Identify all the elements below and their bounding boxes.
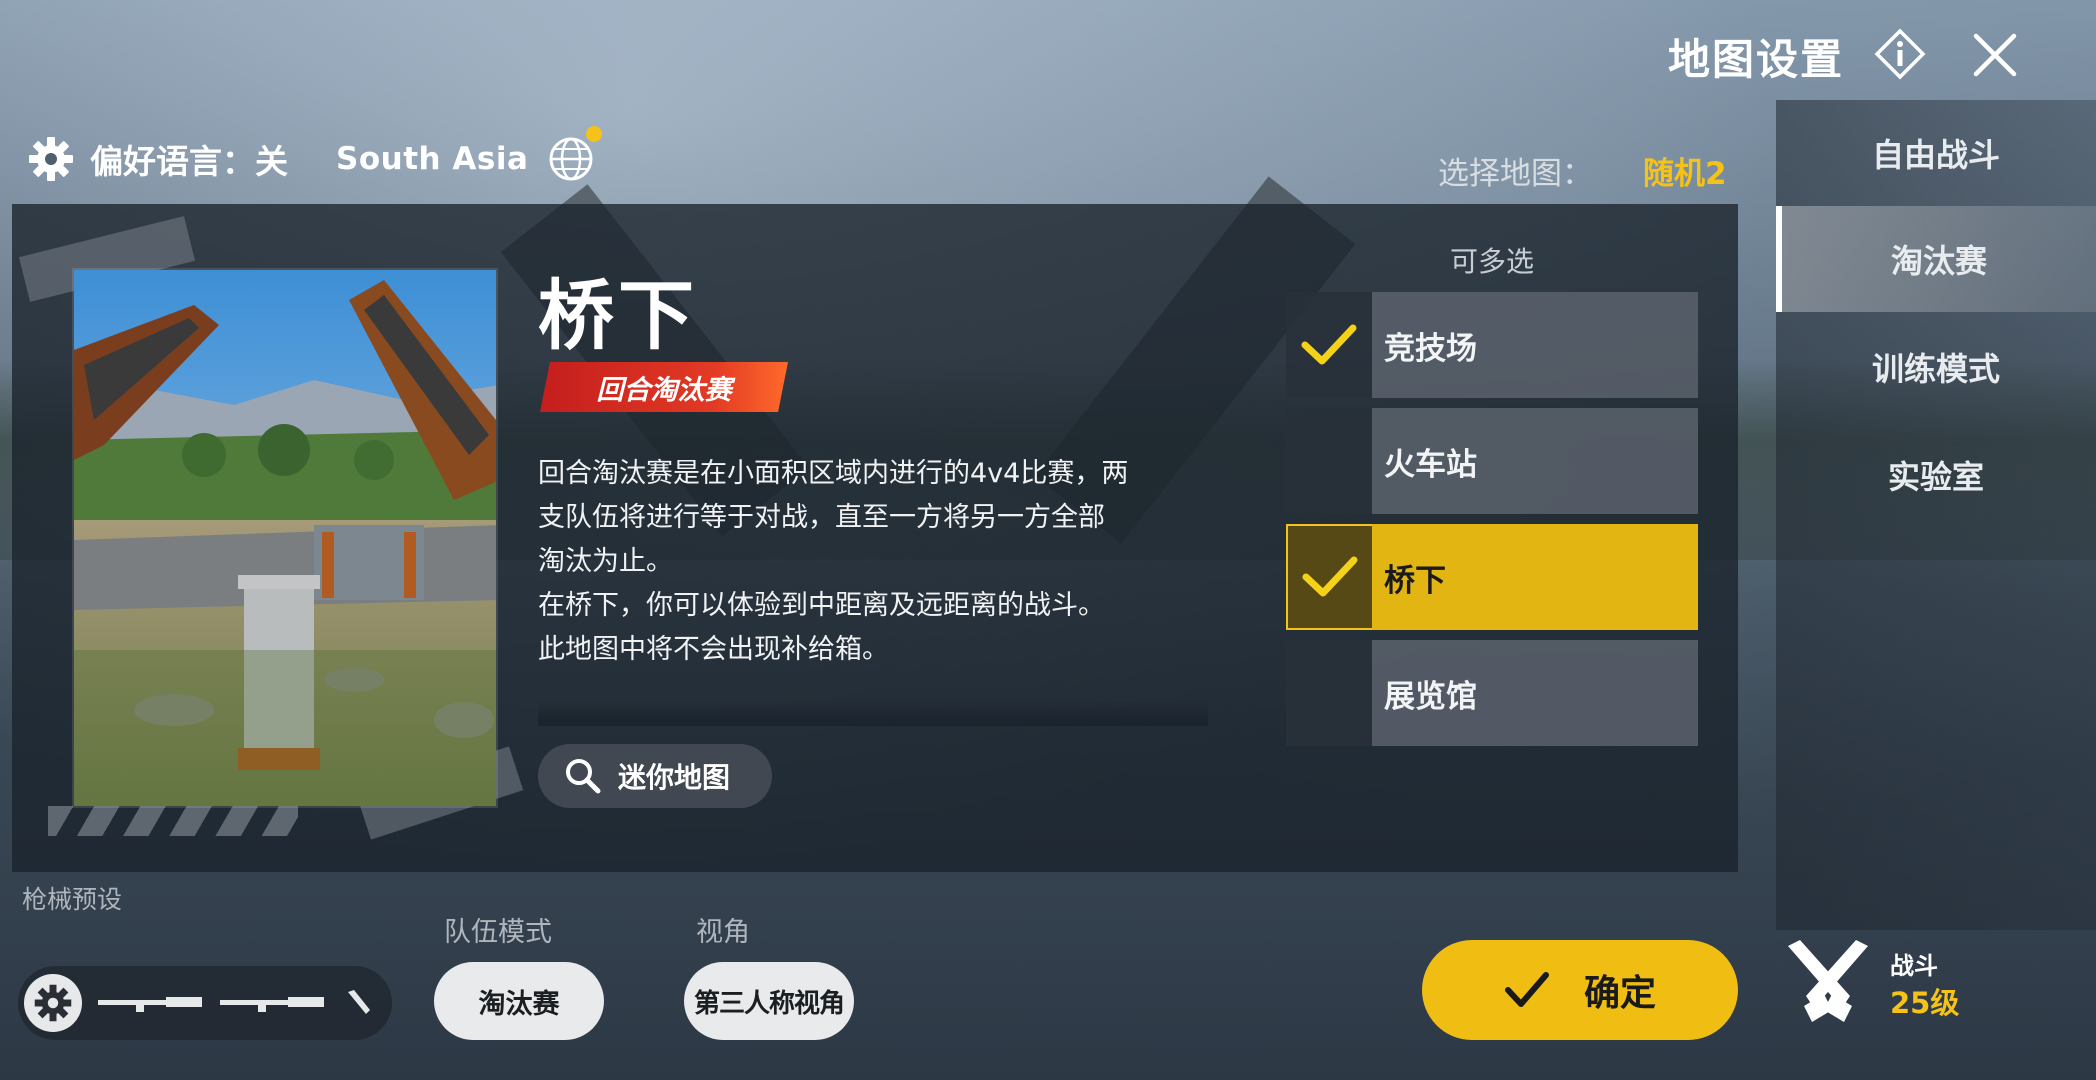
- checkbox[interactable]: [1286, 640, 1372, 746]
- gear-icon[interactable]: [24, 974, 82, 1032]
- map-title: 桥下: [538, 271, 698, 360]
- select-map-label: 选择地图：: [1438, 156, 1593, 192]
- map-option-label: 竞技场: [1372, 292, 1698, 398]
- map-option-arena[interactable]: 竞技场: [1286, 292, 1698, 398]
- gun-preset-label: 枪械预设: [22, 885, 123, 914]
- checkbox[interactable]: [1286, 292, 1372, 398]
- map-option-label: 展览馆: [1372, 640, 1698, 746]
- description-line: 回合淘汰赛是在小面积区域内进行的4v4比赛，两: [538, 458, 1129, 489]
- mode-tab-elimination[interactable]: 淘汰赛: [1776, 206, 2096, 312]
- decor-stripes: [48, 806, 298, 836]
- mode-tab-free-battle[interactable]: 自由战斗: [1776, 100, 2096, 206]
- page-title: 地图设置: [1668, 35, 1845, 84]
- info-icon[interactable]: [1874, 28, 1926, 80]
- minimap-button[interactable]: 迷你地图: [538, 744, 772, 808]
- map-option-label: 桥下: [1372, 524, 1698, 630]
- rifle-icon: [220, 997, 324, 1012]
- region-label[interactable]: South Asia: [336, 141, 528, 177]
- confirm-label: 确定: [1583, 973, 1656, 1014]
- team-mode-label: 队伍模式: [444, 917, 552, 948]
- select-map-value: 随机2: [1643, 156, 1727, 192]
- map-option-under-bridge[interactable]: 桥下: [1286, 524, 1698, 630]
- view-label: 视角: [696, 917, 750, 948]
- preference-row: 偏好语言：关 South Asia: [28, 126, 603, 184]
- rank-level: 25级: [1890, 986, 1960, 1020]
- mode-badge: 回合淘汰赛: [540, 362, 788, 412]
- mode-tab-training[interactable]: 训练模式: [1776, 314, 2096, 420]
- check-icon: [1301, 324, 1357, 365]
- description-fade: [538, 700, 1208, 726]
- description-line: 此地图中将不会出现补给箱。: [538, 634, 889, 665]
- checkbox[interactable]: [1286, 524, 1372, 630]
- globe-icon[interactable]: [546, 126, 603, 184]
- map-description: 回合淘汰赛是在小面积区域内进行的4v4比赛，两 支队伍将进行等于对战，直至一方将…: [538, 452, 1208, 724]
- description-line: 支队伍将进行等于对战，直至一方将另一方全部: [538, 502, 1105, 533]
- check-icon: [1504, 972, 1549, 1007]
- crossed-guns-rank-icon: [1788, 940, 1868, 1022]
- minimap-label: 迷你地图: [618, 761, 731, 794]
- confirm-button[interactable]: 确定: [1422, 940, 1738, 1040]
- rifle-icon: [98, 997, 202, 1012]
- gun-preset-bar[interactable]: [18, 966, 392, 1040]
- knife-icon: [348, 990, 370, 1014]
- mode-list: 自由战斗 淘汰赛 训练模式 实验室: [1776, 100, 2096, 930]
- close-icon[interactable]: [1968, 28, 2022, 82]
- map-preview-image: [72, 268, 498, 808]
- gear-icon[interactable]: [28, 136, 74, 182]
- description-line: 在桥下，你可以体验到中距离及远距离的战斗。: [538, 590, 1105, 621]
- map-option-label: 火车站: [1372, 408, 1698, 514]
- rank-title: 战斗: [1890, 952, 1938, 980]
- check-icon: [1302, 556, 1358, 597]
- search-icon: [566, 759, 601, 794]
- map-option-exhibition-hall[interactable]: 展览馆: [1286, 640, 1698, 746]
- map-option-train-station[interactable]: 火车站: [1286, 408, 1698, 514]
- view-select[interactable]: 第三人称视角: [684, 962, 854, 1040]
- checkbox[interactable]: [1286, 408, 1372, 514]
- multi-select-hint: 可多选: [1450, 245, 1535, 278]
- language-preference[interactable]: 偏好语言：关: [90, 135, 288, 183]
- team-mode-select[interactable]: 淘汰赛: [434, 962, 604, 1040]
- description-line: 淘汰为止。: [538, 546, 673, 577]
- mode-tab-lab[interactable]: 实验室: [1776, 422, 2096, 528]
